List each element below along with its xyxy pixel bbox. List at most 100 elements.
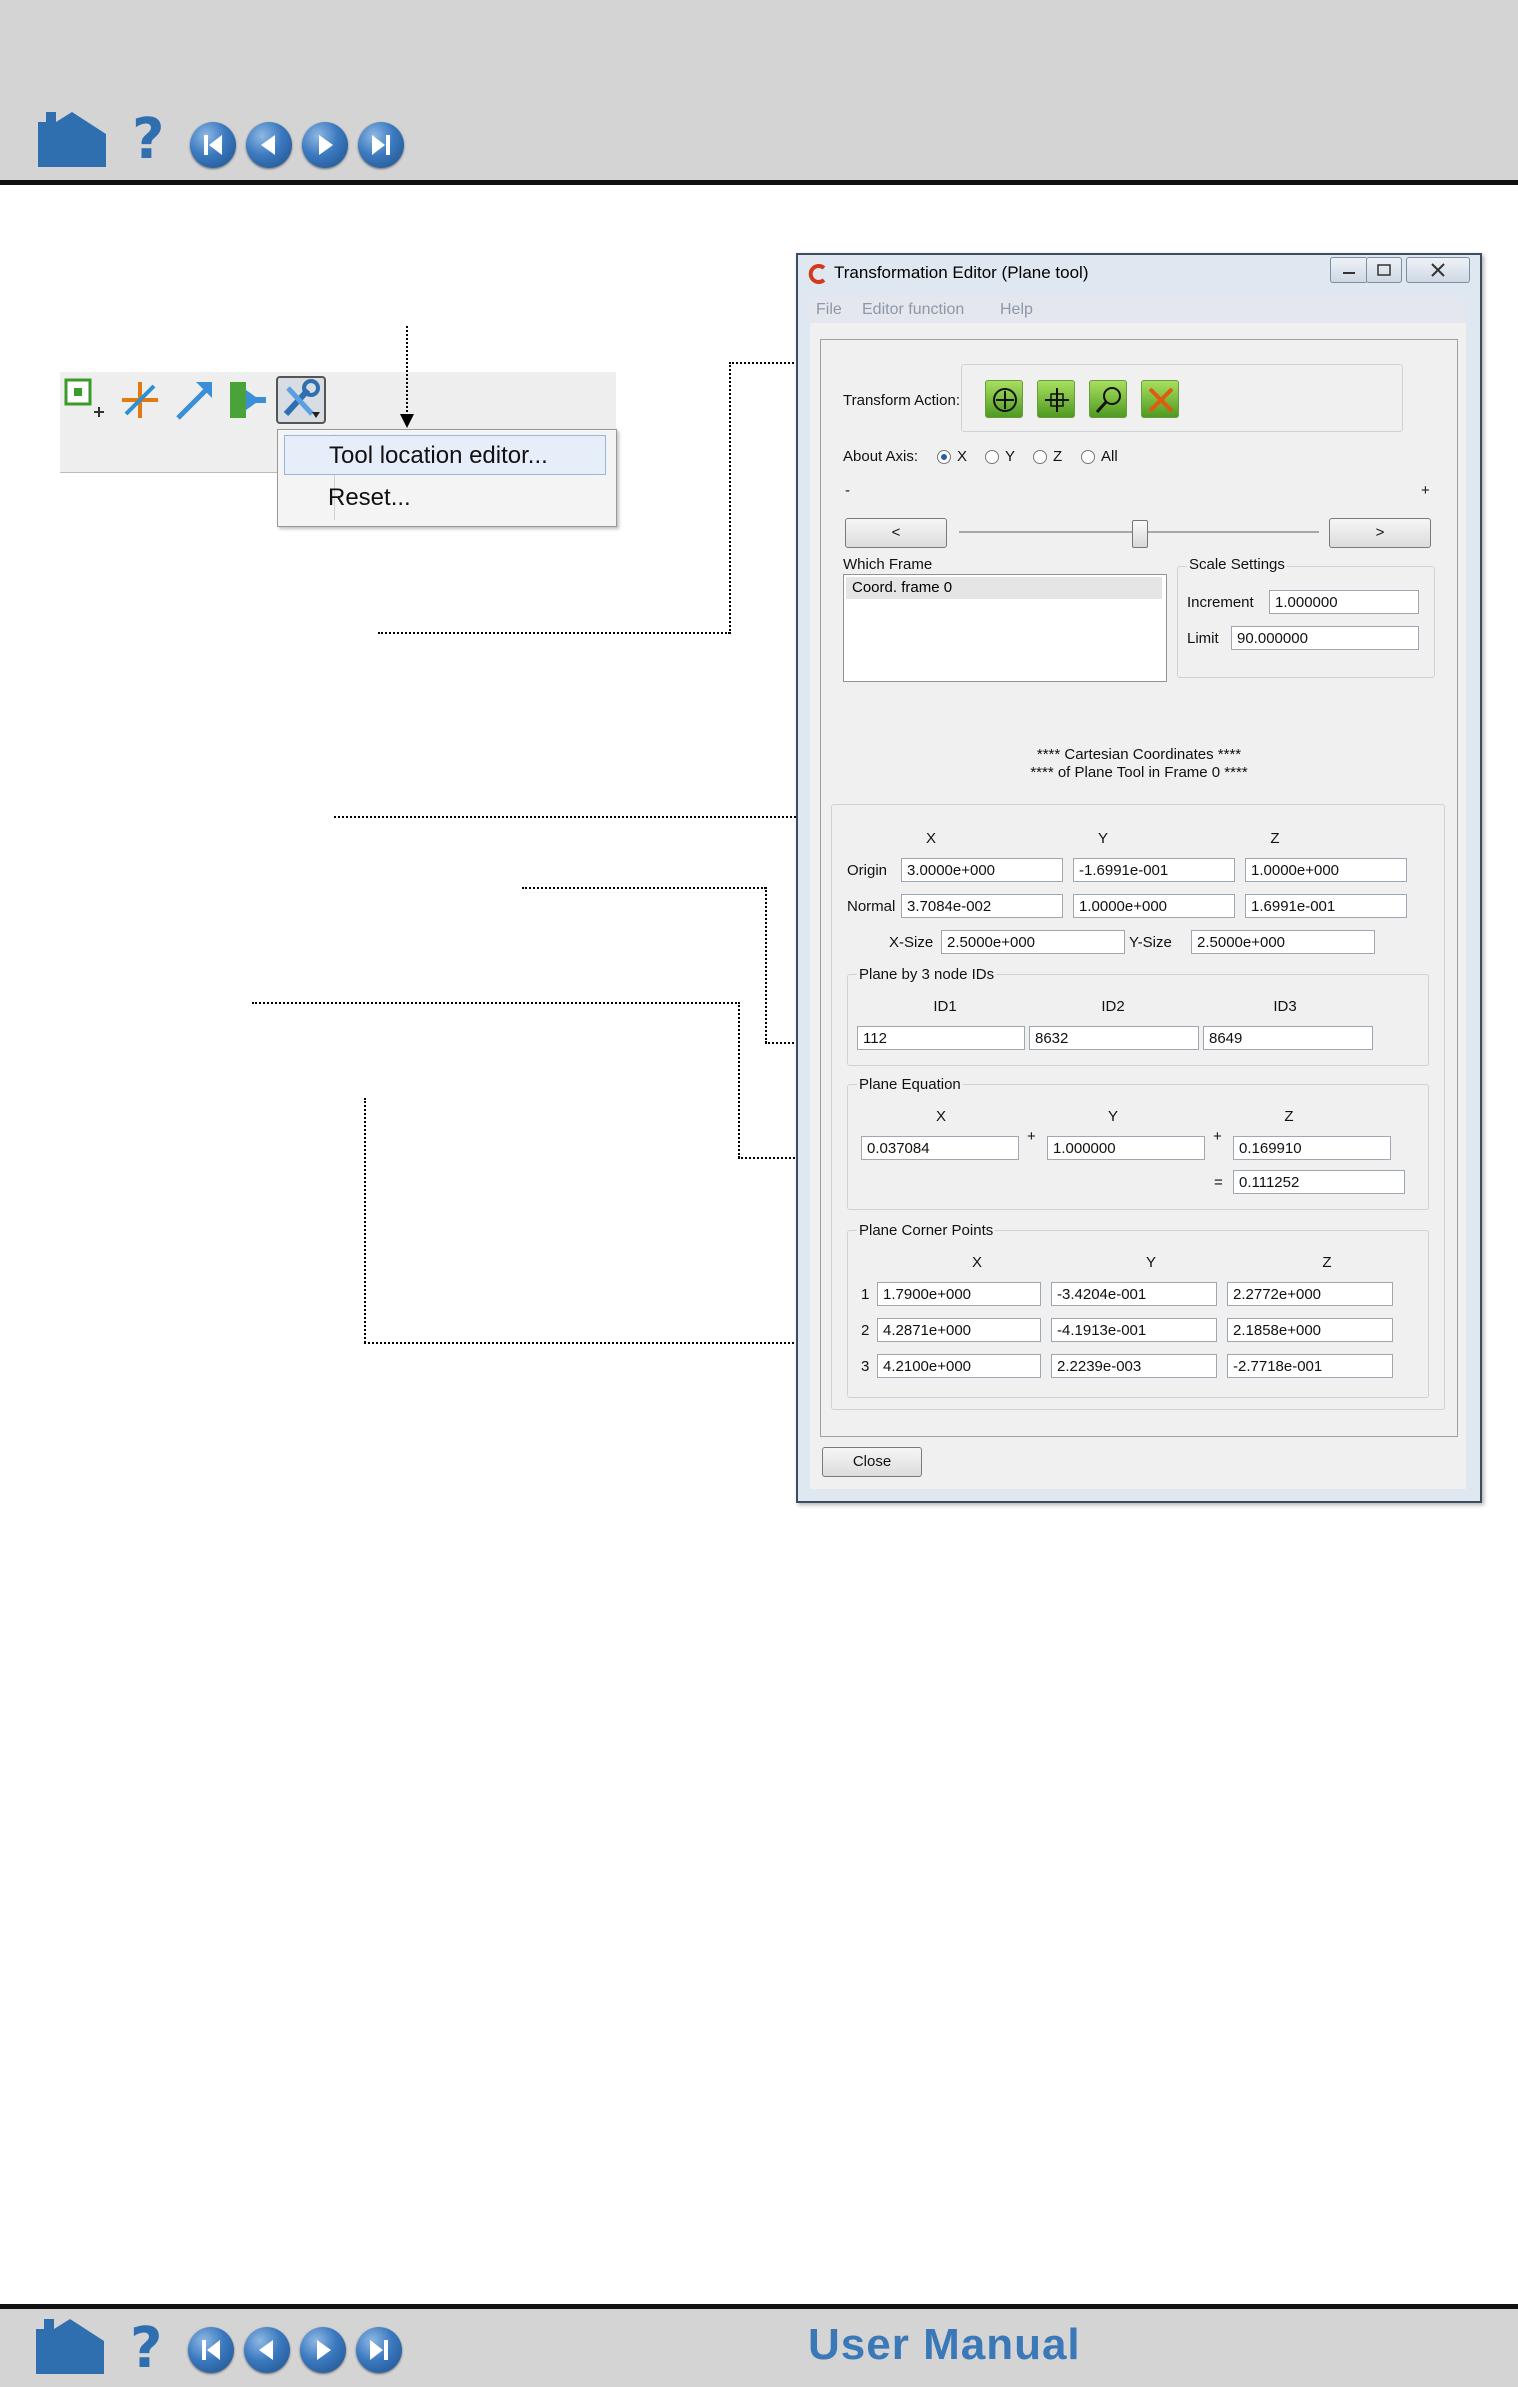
help-icon[interactable]: ? bbox=[132, 112, 164, 168]
eq-z-input[interactable]: 0.169910 bbox=[1233, 1136, 1391, 1160]
step-right-button[interactable]: > bbox=[1329, 518, 1431, 548]
menu-help[interactable]: Help bbox=[1000, 301, 1033, 319]
axis-all-radio[interactable] bbox=[1081, 450, 1095, 464]
normal-z-input[interactable]: 1.6991e-001 bbox=[1245, 894, 1407, 918]
limit-input[interactable]: 90.000000 bbox=[1231, 626, 1419, 650]
home-icon[interactable] bbox=[36, 2319, 104, 2374]
close-window-button[interactable] bbox=[1406, 257, 1470, 283]
axis-x-label: X bbox=[957, 448, 968, 465]
slider-thumb[interactable] bbox=[1132, 520, 1148, 548]
ysize-input[interactable]: 2.5000e+000 bbox=[1191, 930, 1375, 954]
eq-plus-2: + bbox=[1213, 1128, 1222, 1145]
tools-button[interactable] bbox=[276, 376, 326, 424]
scale-settings-label: Scale Settings bbox=[1187, 556, 1287, 573]
menu-file[interactable]: File bbox=[816, 301, 842, 319]
export-icon[interactable] bbox=[226, 378, 270, 422]
transform-action-buttons bbox=[985, 380, 1185, 420]
corner-2-x-input[interactable]: 4.2871e+000 bbox=[877, 1318, 1041, 1342]
corner-row-number: 1 bbox=[861, 1286, 870, 1303]
eq-y-input[interactable]: 1.000000 bbox=[1047, 1136, 1205, 1160]
tool-menu: Tool location editor... Reset... bbox=[277, 429, 617, 527]
close-icon bbox=[1431, 263, 1445, 277]
axis-x-radio[interactable] bbox=[937, 450, 951, 464]
zoom-button[interactable] bbox=[1089, 380, 1127, 418]
xsize-input[interactable]: 2.5000e+000 bbox=[941, 930, 1125, 954]
menu-item-tool-location-editor[interactable]: Tool location editor... bbox=[284, 435, 606, 475]
minimize-button[interactable] bbox=[1330, 257, 1368, 283]
manual-title: User Manual bbox=[808, 2320, 1081, 2369]
corner-3-z-input[interactable]: -2.7718e-001 bbox=[1227, 1354, 1393, 1378]
id1-input[interactable]: 112 bbox=[857, 1026, 1025, 1050]
home-icon[interactable] bbox=[38, 112, 106, 167]
arrow-tool-icon[interactable] bbox=[172, 378, 216, 422]
next-page-icon[interactable] bbox=[302, 122, 348, 168]
menubar: File Editor function Help bbox=[810, 297, 1466, 323]
normal-x-input[interactable]: 3.7084e-002 bbox=[901, 894, 1063, 918]
eq-z-header: Z bbox=[1284, 1108, 1294, 1125]
corner-1-z-input[interactable]: 2.2772e+000 bbox=[1227, 1282, 1393, 1306]
help-icon[interactable]: ? bbox=[130, 2321, 162, 2377]
axis-z-radio[interactable] bbox=[1033, 450, 1047, 464]
next-page-icon[interactable] bbox=[300, 2327, 346, 2373]
plus-label: + bbox=[1421, 482, 1430, 499]
menu-item-reset[interactable]: Reset... bbox=[284, 478, 606, 518]
normal-label: Normal bbox=[847, 898, 896, 915]
close-button[interactable]: Close bbox=[822, 1447, 922, 1477]
axis-y-radio[interactable] bbox=[985, 450, 999, 464]
origin-x-input[interactable]: 3.0000e+000 bbox=[901, 858, 1063, 882]
normal-y-input[interactable]: 1.0000e+000 bbox=[1073, 894, 1235, 918]
id2-header: ID2 bbox=[1101, 998, 1125, 1015]
translate-button[interactable] bbox=[1037, 380, 1075, 418]
origin-label: Origin bbox=[847, 862, 888, 879]
previous-page-icon[interactable] bbox=[244, 2327, 290, 2373]
limit-label: Limit bbox=[1187, 630, 1219, 647]
corner-3-x-input[interactable]: 4.2100e+000 bbox=[877, 1354, 1041, 1378]
eq-y-header: Y bbox=[1107, 1108, 1118, 1125]
callout-line bbox=[364, 1342, 806, 1344]
corner-3-y-input[interactable]: 2.2239e-003 bbox=[1051, 1354, 1217, 1378]
origin-z-input[interactable]: 1.0000e+000 bbox=[1245, 858, 1407, 882]
corner-2-z-input[interactable]: 2.1858e+000 bbox=[1227, 1318, 1393, 1342]
frame-list-item[interactable]: Coord. frame 0 bbox=[846, 577, 1162, 599]
maximize-button[interactable] bbox=[1366, 257, 1402, 283]
arrowhead bbox=[400, 414, 414, 428]
rotate-button[interactable] bbox=[985, 380, 1023, 418]
callout-line bbox=[364, 1098, 366, 1343]
eq-rhs-input[interactable]: 0.111252 bbox=[1233, 1170, 1405, 1194]
editor-panel: Transform Action: About Axis: X Y Z All bbox=[820, 339, 1458, 1437]
eq-x-header: X bbox=[935, 1108, 946, 1125]
coords-heading-line-2: **** of Plane Tool in Frame 0 **** bbox=[1030, 764, 1248, 781]
id3-input[interactable]: 8649 bbox=[1203, 1026, 1373, 1050]
id2-input[interactable]: 8632 bbox=[1029, 1026, 1199, 1050]
first-page-icon[interactable] bbox=[190, 122, 236, 168]
transformation-editor-dialog: Transformation Editor (Plane tool) File … bbox=[796, 253, 1482, 1503]
id3-header: ID3 bbox=[1273, 998, 1297, 1015]
increment-label: Increment bbox=[1187, 594, 1254, 611]
add-part-icon[interactable] bbox=[64, 378, 108, 422]
translate-icon bbox=[1045, 388, 1069, 412]
bottom-navigation-bar: ? bbox=[0, 2304, 1518, 2387]
corner-z-header: Z bbox=[1322, 1254, 1332, 1271]
scale-button[interactable] bbox=[1141, 380, 1179, 418]
previous-page-icon[interactable] bbox=[246, 122, 292, 168]
which-frame-list[interactable]: Coord. frame 0 bbox=[843, 574, 1167, 682]
top-navigation-bar: ? bbox=[0, 0, 1518, 185]
plane-tool-icon[interactable] bbox=[118, 378, 162, 422]
id1-header: ID1 bbox=[933, 998, 957, 1015]
callout-line bbox=[252, 1002, 740, 1004]
last-page-icon[interactable] bbox=[358, 122, 404, 168]
eq-x-input[interactable]: 0.037084 bbox=[861, 1136, 1019, 1160]
app-logo-icon bbox=[808, 264, 826, 284]
corner-1-x-input[interactable]: 1.7900e+000 bbox=[877, 1282, 1041, 1306]
corner-y-header: Y bbox=[1145, 1254, 1156, 1271]
callout-line bbox=[406, 326, 408, 416]
origin-y-input[interactable]: -1.6991e-001 bbox=[1073, 858, 1235, 882]
minimize-icon bbox=[1343, 272, 1355, 274]
increment-input[interactable]: 1.000000 bbox=[1269, 590, 1419, 614]
first-page-icon[interactable] bbox=[188, 2327, 234, 2373]
menu-editor-function[interactable]: Editor function bbox=[862, 301, 964, 319]
corner-2-y-input[interactable]: -4.1913e-001 bbox=[1051, 1318, 1217, 1342]
last-page-icon[interactable] bbox=[356, 2327, 402, 2373]
step-left-button[interactable]: < bbox=[845, 518, 947, 548]
corner-1-y-input[interactable]: -3.4204e-001 bbox=[1051, 1282, 1217, 1306]
